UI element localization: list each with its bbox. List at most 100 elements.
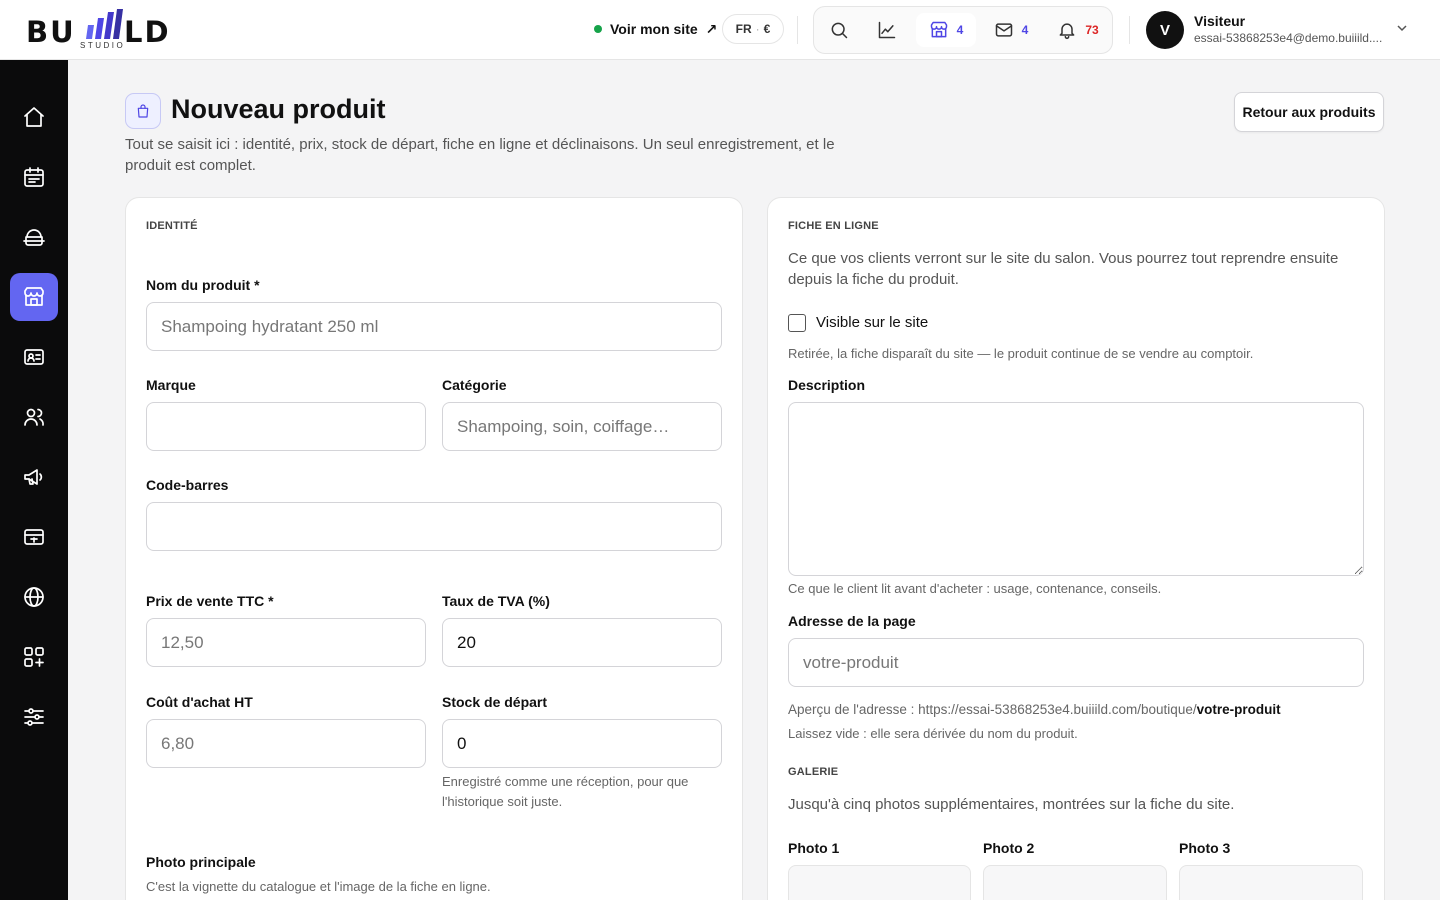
messages-button[interactable]: 4	[984, 13, 1038, 47]
user-name: Visiteur	[1194, 13, 1246, 29]
address-preview: Aperçu de l'adresse : https://essai-5386…	[788, 700, 1281, 720]
photo-3-upload[interactable]	[1179, 865, 1363, 900]
description-textarea[interactable]	[788, 402, 1364, 576]
description-hint: Ce que le client lit avant d'acheter : u…	[788, 581, 1162, 596]
shopping-bag-icon	[137, 104, 149, 118]
brand-label: Marque	[146, 377, 196, 393]
initial-stock-input[interactable]	[442, 719, 722, 768]
visible-on-site-label[interactable]: Visible sur le site	[816, 314, 928, 331]
user-email: essai-53868253e4@demo.buiiild....	[1194, 31, 1383, 45]
logo[interactable]: BU LD STUDIO	[26, 9, 186, 51]
logo-text-start: BU	[26, 15, 76, 49]
sidebar-item-marketing[interactable]	[10, 453, 58, 501]
user-menu[interactable]: V Visiteur essai-53868253e4@demo.buiiild…	[1146, 10, 1416, 50]
visible-on-site-hint: Retirée, la fiche disparaît du site — le…	[788, 346, 1254, 361]
sidebar-item-website[interactable]	[10, 573, 58, 621]
chevron-down-icon	[1397, 25, 1407, 32]
bell-icon	[1059, 23, 1075, 40]
photo-1-upload[interactable]	[788, 865, 971, 900]
back-to-products-button[interactable]: Retour aux produits	[1234, 92, 1384, 132]
mail-count-badge: 4	[1021, 23, 1029, 37]
category-label: Catégorie	[442, 377, 507, 393]
barcode-input[interactable]	[146, 502, 722, 551]
avatar: V	[1146, 11, 1184, 49]
external-arrow-icon: ↗	[705, 20, 718, 37]
notifications-button[interactable]: 73	[1050, 13, 1106, 47]
view-site-link[interactable]: Voir mon site ↗	[594, 18, 717, 40]
logo-subtitle: STUDIO	[80, 41, 126, 50]
purchase-cost-label: Coût d'achat HT	[146, 694, 253, 710]
sidebar-item-apps[interactable]	[10, 633, 58, 681]
purchase-cost-input[interactable]	[146, 719, 426, 768]
brand-input[interactable]	[146, 402, 426, 451]
main-photo-label: Photo principale	[146, 854, 256, 870]
store-icon	[24, 287, 44, 306]
services-icon	[23, 229, 45, 246]
photo-2-label: Photo 2	[983, 840, 1035, 856]
payment-icon	[24, 529, 44, 545]
sidebar-item-settings[interactable]	[10, 693, 58, 741]
chart-icon	[878, 21, 896, 39]
product-name-input[interactable]	[146, 302, 722, 351]
gallery-intro: Jusqu'à cinq photos supplémentaires, mon…	[788, 796, 1235, 813]
calendar-icon	[24, 167, 44, 187]
section-title-gallery: GALERIE	[788, 766, 839, 778]
logo-wordmark: BU LD	[26, 15, 169, 49]
sidebar-item-calendar[interactable]	[10, 153, 58, 201]
identity-card: IDENTITÉ Nom du produit * Marque Catégor…	[125, 197, 743, 900]
description-label: Description	[788, 377, 866, 393]
address-preview-slug: votre-produit	[1196, 702, 1281, 717]
sidebar-item-home[interactable]	[10, 93, 58, 141]
home-icon	[24, 107, 44, 127]
users-icon	[24, 408, 44, 426]
address-preview-prefix: Aperçu de l'adresse : https://essai-5386…	[788, 702, 1197, 717]
barcode-label: Code-barres	[146, 477, 229, 493]
divider	[1129, 16, 1130, 44]
page-address-hint: Laissez vide : elle sera dérivée du nom …	[788, 726, 1078, 741]
sidebar-item-clients[interactable]	[10, 393, 58, 441]
category-input[interactable]	[442, 402, 722, 451]
vat-rate-label: Taux de TVA (%)	[442, 593, 550, 609]
toolbar: 4 4 73	[813, 6, 1113, 54]
photo-3-label: Photo 3	[1179, 840, 1231, 856]
vat-rate-input[interactable]	[442, 618, 722, 667]
notification-count-badge: 73	[1085, 23, 1099, 37]
photo-2-upload[interactable]	[983, 865, 1167, 900]
page-title: Nouveau produit	[171, 94, 386, 124]
search-button[interactable]	[822, 13, 856, 47]
online-status-dot	[594, 25, 602, 33]
divider	[797, 16, 798, 44]
search-icon	[831, 22, 848, 39]
page-address-label: Adresse de la page	[788, 613, 916, 629]
sale-price-label: Prix de vente TTC *	[146, 593, 274, 609]
view-site-label: Voir mon site	[610, 21, 698, 37]
sidebar	[0, 60, 68, 900]
initial-stock-label: Stock de départ	[442, 694, 548, 710]
logo-text-end: LD	[124, 15, 171, 49]
section-title-identity: IDENTITÉ	[146, 220, 198, 232]
sidebar-item-store[interactable]	[10, 273, 58, 321]
mail-icon	[995, 23, 1012, 37]
apps-add-icon	[24, 647, 44, 667]
initial-stock-hint: Enregistré comme une réception, pour que…	[442, 774, 689, 809]
online-intro: Ce que vos clients verront sur le site d…	[788, 250, 1339, 288]
sidebar-item-payments[interactable]	[10, 513, 58, 561]
language-code: FR	[735, 22, 752, 36]
sidebar-item-services[interactable]	[10, 213, 58, 261]
product-bag-badge	[125, 93, 161, 129]
store-icon	[930, 21, 947, 38]
globe-icon	[24, 587, 44, 607]
visible-on-site-checkbox[interactable]	[788, 314, 806, 332]
sale-price-input[interactable]	[146, 618, 426, 667]
main-photo-hint: C'est la vignette du catalogue et l'imag…	[146, 879, 491, 894]
language-separator: ·	[755, 22, 760, 36]
online-listing-card: FICHE EN LIGNE Ce que vos clients verron…	[767, 197, 1385, 900]
logo-bars-icon	[86, 9, 123, 39]
stats-button[interactable]	[870, 13, 904, 47]
language-currency-selector[interactable]: FR · €	[722, 14, 784, 44]
sidebar-item-contacts[interactable]	[10, 333, 58, 381]
megaphone-icon	[24, 469, 43, 485]
page-address-input[interactable]	[788, 638, 1364, 687]
settings-sliders-icon	[24, 708, 44, 726]
store-button[interactable]: 4	[916, 13, 976, 47]
